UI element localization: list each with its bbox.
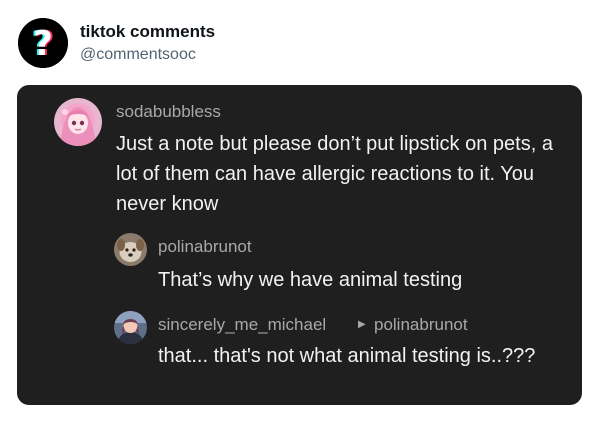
comment-username[interactable]: sodabubbless: [116, 102, 221, 122]
reply-text: that... that's not what animal testing i…: [158, 345, 536, 367]
post-header: ? ? ? tiktok comments @commentsooc: [18, 18, 578, 68]
account-name[interactable]: tiktok comments: [80, 22, 215, 42]
person-avatar-icon[interactable]: [114, 311, 147, 344]
reply-to-username[interactable]: polinabrunot: [374, 315, 468, 335]
reply-username[interactable]: polinabrunot: [158, 237, 252, 257]
anime-girl-avatar-icon[interactable]: [54, 98, 102, 146]
dog-avatar-icon[interactable]: [114, 233, 147, 266]
account-avatar-question-mark-icon[interactable]: ? ? ?: [18, 18, 68, 68]
comment-text: Just a note but please don’t put lipstic…: [116, 133, 553, 215]
reply-username[interactable]: sincerely_me_michael: [158, 315, 326, 335]
reply-text: That’s why we have animal testing: [158, 269, 463, 291]
svg-text:?: ?: [33, 24, 53, 64]
account-handle[interactable]: @commentsooc: [80, 46, 196, 64]
comment-thread-card: sodabubbless Just a note but please don’…: [17, 85, 582, 405]
reply-to-arrow-icon: ▶: [358, 319, 366, 330]
